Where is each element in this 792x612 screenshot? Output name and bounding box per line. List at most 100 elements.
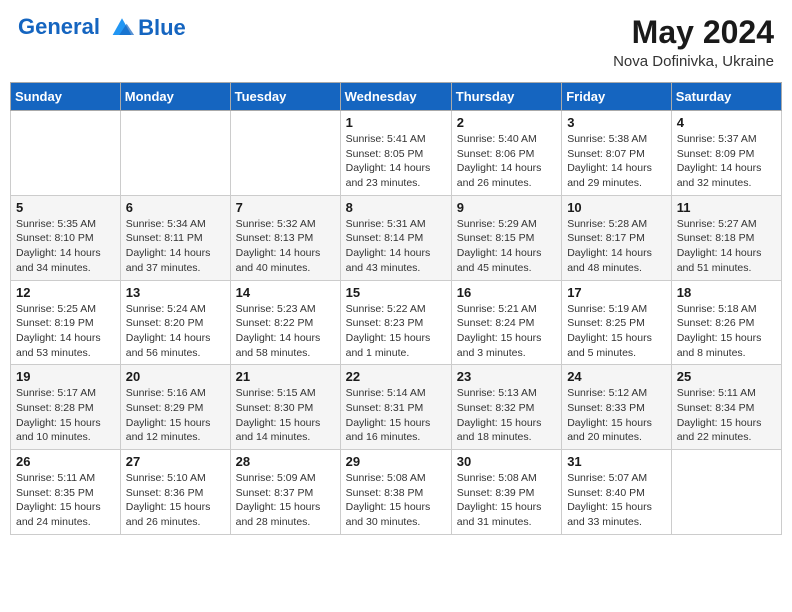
month-title: May 2024 [613, 14, 774, 51]
calendar-cell [230, 111, 340, 196]
day-info: Sunrise: 5:27 AM Sunset: 8:18 PM Dayligh… [677, 217, 776, 276]
day-info: Sunrise: 5:12 AM Sunset: 8:33 PM Dayligh… [567, 386, 666, 445]
calendar-cell: 2Sunrise: 5:40 AM Sunset: 8:06 PM Daylig… [451, 111, 561, 196]
day-info: Sunrise: 5:11 AM Sunset: 8:35 PM Dayligh… [16, 471, 115, 530]
calendar-cell: 14 Sunrise: 5:23 AM Sunset: 8:22 PM Dayli… [230, 280, 340, 365]
calendar-cell: 31 Sunrise: 5:07 AM Sunset: 8:40 PM Dayli… [562, 450, 672, 535]
day-number: 1 [346, 115, 446, 130]
calendar-week-2: 5 Sunrise: 5:35 AM Sunset: 8:10 PM Daylig… [11, 195, 782, 280]
day-number: 15 [346, 285, 446, 300]
day-info: Sunrise: 5:38 AM Sunset: 8:07 PM Dayligh… [567, 132, 666, 191]
calendar-cell: 6 Sunrise: 5:34 AM Sunset: 8:11 PM Daylig… [120, 195, 230, 280]
calendar-cell: 26 Sunrise: 5:11 AM Sunset: 8:35 PM Dayli… [11, 450, 121, 535]
day-info: Sunrise: 5:21 AM Sunset: 8:24 PM Dayligh… [457, 302, 556, 361]
calendar-cell: 1 Sunrise: 5:41 AM Sunset: 8:05 PM Daylig… [340, 111, 451, 196]
day-info: Sunrise: 5:07 AM Sunset: 8:40 PM Dayligh… [567, 471, 666, 530]
calendar-cell [11, 111, 121, 196]
calendar-cell: 17Sunrise: 5:19 AM Sunset: 8:25 PM Dayli… [562, 280, 672, 365]
calendar-cell: 16 Sunrise: 5:21 AM Sunset: 8:24 PM Dayli… [451, 280, 561, 365]
day-number: 5 [16, 200, 115, 215]
day-info: Sunrise: 5:13 AM Sunset: 8:32 PM Dayligh… [457, 386, 556, 445]
day-info: Sunrise: 5:08 AM Sunset: 8:38 PM Dayligh… [346, 471, 446, 530]
day-info: Sunrise: 5:23 AM Sunset: 8:22 PM Dayligh… [236, 302, 335, 361]
calendar-cell: 18 Sunrise: 5:18 AM Sunset: 8:26 PM Dayli… [671, 280, 781, 365]
logo-line2: Blue [138, 15, 186, 41]
day-info: Sunrise: 5:17 AM Sunset: 8:28 PM Dayligh… [16, 386, 115, 445]
calendar-cell: 8 Sunrise: 5:31 AM Sunset: 8:14 PM Daylig… [340, 195, 451, 280]
location-title: Nova Dofinivka, Ukraine [613, 53, 774, 70]
calendar-cell: 7 Sunrise: 5:32 AM Sunset: 8:13 PM Daylig… [230, 195, 340, 280]
calendar-cell: 25Sunrise: 5:11 AM Sunset: 8:34 PM Dayli… [671, 365, 781, 450]
day-info: Sunrise: 5:10 AM Sunset: 8:36 PM Dayligh… [126, 471, 225, 530]
calendar-cell: 4Sunrise: 5:37 AM Sunset: 8:09 PM Daylig… [671, 111, 781, 196]
day-info: Sunrise: 5:09 AM Sunset: 8:37 PM Dayligh… [236, 471, 335, 530]
calendar-cell: 21 Sunrise: 5:15 AM Sunset: 8:30 PM Dayli… [230, 365, 340, 450]
page-header: General Blue May 2024 Nova Dofinivka, Uk… [10, 10, 782, 74]
day-number: 19 [16, 369, 115, 384]
day-number: 18 [677, 285, 776, 300]
day-info: Sunrise: 5:32 AM Sunset: 8:13 PM Dayligh… [236, 217, 335, 276]
day-number: 6 [126, 200, 225, 215]
day-number: 10 [567, 200, 666, 215]
day-info: Sunrise: 5:16 AM Sunset: 8:29 PM Dayligh… [126, 386, 225, 445]
calendar-cell: 30Sunrise: 5:08 AM Sunset: 8:39 PM Dayli… [451, 450, 561, 535]
calendar-cell [671, 450, 781, 535]
day-number: 27 [126, 454, 225, 469]
calendar-cell: 15 Sunrise: 5:22 AM Sunset: 8:23 PM Dayli… [340, 280, 451, 365]
day-number: 9 [457, 200, 556, 215]
calendar-cell: 23Sunrise: 5:13 AM Sunset: 8:32 PM Dayli… [451, 365, 561, 450]
calendar-week-5: 26 Sunrise: 5:11 AM Sunset: 8:35 PM Dayli… [11, 450, 782, 535]
title-block: May 2024 Nova Dofinivka, Ukraine [613, 14, 774, 70]
day-number: 26 [16, 454, 115, 469]
day-info: Sunrise: 5:37 AM Sunset: 8:09 PM Dayligh… [677, 132, 776, 191]
calendar-cell: 27 Sunrise: 5:10 AM Sunset: 8:36 PM Dayli… [120, 450, 230, 535]
logo-text: General [18, 14, 136, 42]
day-number: 21 [236, 369, 335, 384]
col-header-tuesday: Tuesday [230, 83, 340, 111]
day-number: 16 [457, 285, 556, 300]
day-info: Sunrise: 5:14 AM Sunset: 8:31 PM Dayligh… [346, 386, 446, 445]
day-info: Sunrise: 5:35 AM Sunset: 8:10 PM Dayligh… [16, 217, 115, 276]
day-info: Sunrise: 5:31 AM Sunset: 8:14 PM Dayligh… [346, 217, 446, 276]
day-info: Sunrise: 5:40 AM Sunset: 8:06 PM Dayligh… [457, 132, 556, 191]
logo: General Blue [18, 14, 186, 42]
day-number: 7 [236, 200, 335, 215]
day-info: Sunrise: 5:18 AM Sunset: 8:26 PM Dayligh… [677, 302, 776, 361]
calendar-cell: 13Sunrise: 5:24 AM Sunset: 8:20 PM Dayli… [120, 280, 230, 365]
day-number: 29 [346, 454, 446, 469]
calendar-cell: 22 Sunrise: 5:14 AM Sunset: 8:31 PM Dayli… [340, 365, 451, 450]
logo-icon [108, 14, 136, 42]
calendar-cell: 28 Sunrise: 5:09 AM Sunset: 8:37 PM Dayli… [230, 450, 340, 535]
col-header-thursday: Thursday [451, 83, 561, 111]
calendar-week-4: 19 Sunrise: 5:17 AM Sunset: 8:28 PM Dayli… [11, 365, 782, 450]
calendar-cell: 20Sunrise: 5:16 AM Sunset: 8:29 PM Dayli… [120, 365, 230, 450]
calendar-cell: 10Sunrise: 5:28 AM Sunset: 8:17 PM Dayli… [562, 195, 672, 280]
calendar-cell: 24 Sunrise: 5:12 AM Sunset: 8:33 PM Dayli… [562, 365, 672, 450]
day-info: Sunrise: 5:29 AM Sunset: 8:15 PM Dayligh… [457, 217, 556, 276]
day-number: 13 [126, 285, 225, 300]
day-info: Sunrise: 5:15 AM Sunset: 8:30 PM Dayligh… [236, 386, 335, 445]
day-number: 22 [346, 369, 446, 384]
day-info: Sunrise: 5:34 AM Sunset: 8:11 PM Dayligh… [126, 217, 225, 276]
calendar-cell: 5 Sunrise: 5:35 AM Sunset: 8:10 PM Daylig… [11, 195, 121, 280]
calendar-cell [120, 111, 230, 196]
calendar-cell: 29 Sunrise: 5:08 AM Sunset: 8:38 PM Dayli… [340, 450, 451, 535]
day-info: Sunrise: 5:08 AM Sunset: 8:39 PM Dayligh… [457, 471, 556, 530]
col-header-sunday: Sunday [11, 83, 121, 111]
calendar-week-1: 1 Sunrise: 5:41 AM Sunset: 8:05 PM Daylig… [11, 111, 782, 196]
day-info: Sunrise: 5:22 AM Sunset: 8:23 PM Dayligh… [346, 302, 446, 361]
day-number: 31 [567, 454, 666, 469]
day-info: Sunrise: 5:25 AM Sunset: 8:19 PM Dayligh… [16, 302, 115, 361]
day-number: 12 [16, 285, 115, 300]
day-number: 25 [677, 369, 776, 384]
calendar-table: SundayMondayTuesdayWednesdayThursdayFrid… [10, 82, 782, 535]
day-number: 14 [236, 285, 335, 300]
col-header-saturday: Saturday [671, 83, 781, 111]
col-header-monday: Monday [120, 83, 230, 111]
day-number: 8 [346, 200, 446, 215]
col-header-wednesday: Wednesday [340, 83, 451, 111]
day-number: 24 [567, 369, 666, 384]
calendar-cell: 9 Sunrise: 5:29 AM Sunset: 8:15 PM Daylig… [451, 195, 561, 280]
day-info: Sunrise: 5:41 AM Sunset: 8:05 PM Dayligh… [346, 132, 446, 191]
day-number: 28 [236, 454, 335, 469]
